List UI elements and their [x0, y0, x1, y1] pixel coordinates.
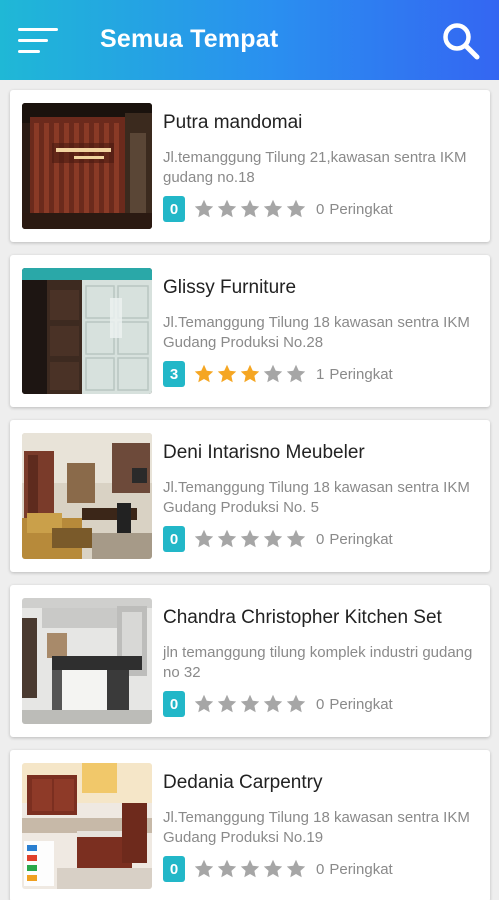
wardrobe-photo: [22, 268, 152, 394]
score-badge: 0: [163, 691, 185, 717]
place-card[interactable]: Putra mandomai Jl.temanggung Tilung 21,k…: [10, 90, 490, 242]
place-address: Jl.Temanggung Tilung 18 kawasan sentra I…: [163, 314, 470, 351]
rating-count: 1 Peringkat: [316, 366, 393, 383]
app-bar: Semua Tempat: [0, 0, 499, 80]
star-filled-icon: [193, 363, 216, 385]
rating-row: 0 0 Peringkat: [163, 526, 393, 552]
star-empty-icon: [239, 528, 262, 550]
search-button[interactable]: [440, 20, 482, 62]
rating-row: 0 0 Peringkat: [163, 691, 393, 717]
star-empty-icon: [262, 363, 285, 385]
rating-count-value: 0: [316, 695, 325, 713]
rating-count-label: Peringkat: [329, 695, 393, 713]
star-empty-icon: [193, 693, 216, 715]
star-empty-icon: [285, 528, 308, 550]
rating-count: 0 Peringkat: [316, 696, 393, 713]
star-empty-icon: [285, 858, 308, 880]
star-empty-icon: [239, 198, 262, 220]
place-card[interactable]: Chandra Christopher Kitchen Set jln tema…: [10, 585, 490, 737]
score-badge: 0: [163, 856, 185, 882]
star-empty-icon: [216, 858, 239, 880]
star-rating: [193, 858, 308, 880]
star-empty-icon: [193, 858, 216, 880]
star-rating: [193, 363, 308, 385]
star-empty-icon: [262, 693, 285, 715]
place-address: Jl.Temanggung Tilung 18 kawasan sentra I…: [163, 809, 470, 846]
star-rating: [193, 528, 308, 550]
star-rating: [193, 693, 308, 715]
rating-count: 0 Peringkat: [316, 531, 393, 548]
rating-count-value: 0: [316, 200, 325, 218]
living-room-photo: [22, 433, 152, 559]
star-empty-icon: [262, 528, 285, 550]
star-empty-icon: [285, 693, 308, 715]
rating-count-label: Peringkat: [329, 530, 393, 548]
star-empty-icon: [216, 693, 239, 715]
place-name: Dedania Carpentry: [163, 772, 323, 793]
place-address: Jl.temanggung Tilung 21,kawasan sentra I…: [163, 149, 467, 186]
place-address: jln temanggung tilung komplek industri g…: [163, 644, 473, 681]
score-badge: 0: [163, 196, 185, 222]
star-empty-icon: [193, 198, 216, 220]
rating-count-label: Peringkat: [329, 365, 393, 383]
rating-count-value: 0: [316, 530, 325, 548]
star-empty-icon: [216, 528, 239, 550]
place-name: Chandra Christopher Kitchen Set: [163, 607, 442, 628]
rating-row: 0 0 Peringkat: [163, 196, 393, 222]
score-badge: 0: [163, 526, 185, 552]
star-empty-icon: [239, 693, 262, 715]
star-empty-icon: [285, 363, 308, 385]
rating-row: 0 0 Peringkat: [163, 856, 393, 882]
page-title: Semua Tempat: [100, 25, 279, 53]
place-address: Jl.Temanggung Tilung 18 kawasan sentra I…: [163, 479, 470, 516]
menu-icon-line: [18, 39, 48, 42]
menu-icon: [18, 28, 58, 31]
rating-row: 3 1 Peringkat: [163, 361, 393, 387]
search-icon: [443, 23, 480, 60]
storefront-photo: [22, 103, 152, 229]
star-rating: [193, 198, 308, 220]
rating-count: 0 Peringkat: [316, 201, 393, 218]
kitchen-set-photo: [22, 763, 152, 889]
kitchen-bar-photo: [22, 598, 152, 724]
star-empty-icon: [285, 198, 308, 220]
menu-button[interactable]: [18, 24, 60, 56]
rating-count: 0 Peringkat: [316, 861, 393, 878]
star-empty-icon: [262, 198, 285, 220]
star-empty-icon: [262, 858, 285, 880]
score-badge: 3: [163, 361, 185, 387]
place-card[interactable]: Deni Intarisno Meubeler Jl.Temanggung Ti…: [10, 420, 490, 572]
place-name: Putra mandomai: [163, 112, 303, 133]
star-filled-icon: [239, 363, 262, 385]
place-card[interactable]: Glissy Furniture Jl.Temanggung Tilung 18…: [10, 255, 490, 407]
rating-count-label: Peringkat: [329, 860, 393, 878]
place-card[interactable]: Dedania Carpentry Jl.Temanggung Tilung 1…: [10, 750, 490, 900]
star-filled-icon: [216, 363, 239, 385]
rating-count-value: 1: [316, 365, 325, 383]
place-name: Glissy Furniture: [163, 277, 297, 298]
star-empty-icon: [239, 858, 262, 880]
star-empty-icon: [216, 198, 239, 220]
rating-count-label: Peringkat: [329, 200, 393, 218]
star-empty-icon: [193, 528, 216, 550]
place-name: Deni Intarisno Meubeler: [163, 442, 365, 463]
menu-icon-line: [18, 50, 40, 53]
rating-count-value: 0: [316, 860, 325, 878]
